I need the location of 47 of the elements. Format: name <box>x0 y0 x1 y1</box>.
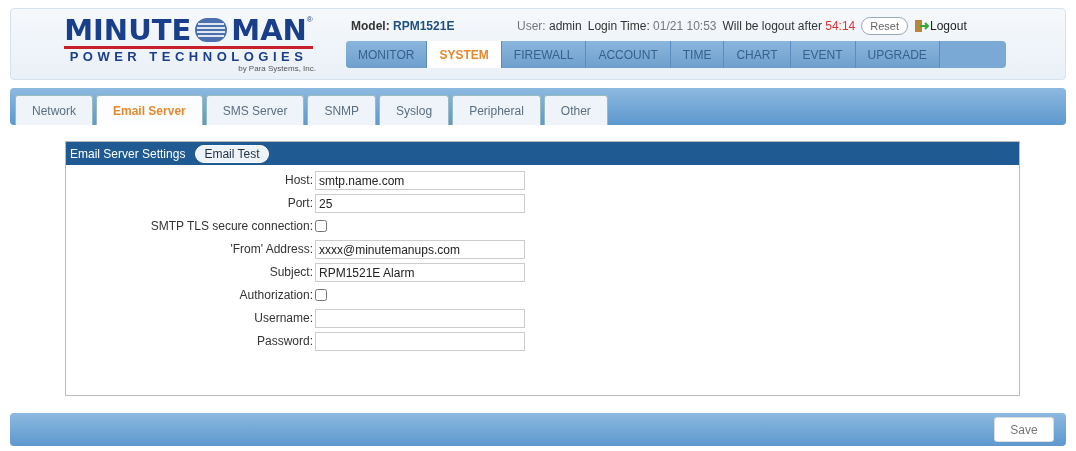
logout-link[interactable]: Logout <box>914 19 967 33</box>
field-label: Password: <box>255 333 313 350</box>
door-arrow-icon <box>914 19 930 33</box>
nav-tab[interactable]: TIME <box>670 41 725 68</box>
checkbox[interactable] <box>315 289 327 301</box>
field-label: Host: <box>284 172 313 189</box>
nav-tab[interactable]: EVENT <box>790 41 856 68</box>
emblem-icon <box>194 17 229 43</box>
field-label: SMTP TLS secure connection: <box>149 218 313 235</box>
text-field[interactable]: 25 <box>315 194 525 213</box>
logo-tagline: POWER TECHNOLOGIES <box>69 49 308 64</box>
user-info: User: admin <box>517 19 582 33</box>
field-label: Subject: <box>268 264 313 281</box>
text-field[interactable]: RPM1521E Alarm <box>315 263 525 282</box>
nav-tab[interactable]: SYSTEM <box>427 41 502 68</box>
email-test-button[interactable]: Email Test <box>195 144 269 163</box>
logout-countdown: Will be logout after 54:14 <box>722 19 856 33</box>
login-time: Login Time: 01/21 10:53 <box>587 19 717 33</box>
settings-tab[interactable]: Network <box>15 95 93 125</box>
field-label: Username: <box>253 310 313 327</box>
field-label: Port: <box>286 195 313 212</box>
nav-tab[interactable]: CHART <box>724 41 791 68</box>
logo-wordmark: MAN <box>231 15 307 45</box>
settings-tab[interactable]: Syslog <box>379 95 450 125</box>
field-label: 'From' Address: <box>229 241 313 258</box>
settings-tab[interactable]: SNMP <box>307 95 377 125</box>
nav-tab[interactable]: FIREWALL <box>501 41 587 68</box>
panel-title: Email Server Settings <box>70 146 186 161</box>
logo-wordmark: MINUTE <box>64 15 192 45</box>
save-button[interactable]: Save <box>994 417 1054 442</box>
nav-tab[interactable]: UPGRADE <box>855 41 940 68</box>
text-field[interactable]: xxxx@minutemanups.com <box>315 240 525 259</box>
registered-mark: ® <box>306 15 313 24</box>
checkbox[interactable] <box>315 220 327 232</box>
nav-tab[interactable]: ACCOUNT <box>586 41 671 68</box>
text-field[interactable] <box>315 309 525 328</box>
settings-tab[interactable]: Peripheral <box>452 95 541 125</box>
field-label: Authorization: <box>238 287 313 304</box>
password-field[interactable] <box>315 332 525 351</box>
nav-tab[interactable]: MONITOR <box>346 41 428 68</box>
settings-tab[interactable]: Other <box>543 95 608 125</box>
logo-subline: by Para Systems, Inc. <box>238 64 316 73</box>
settings-tab[interactable]: Email Server <box>96 95 203 125</box>
settings-tab[interactable]: SMS Server <box>205 95 305 125</box>
reset-button[interactable]: Reset <box>861 17 908 35</box>
text-field[interactable]: smtp.name.com <box>315 171 525 190</box>
model-label: Model: RPM1521E <box>351 19 456 33</box>
